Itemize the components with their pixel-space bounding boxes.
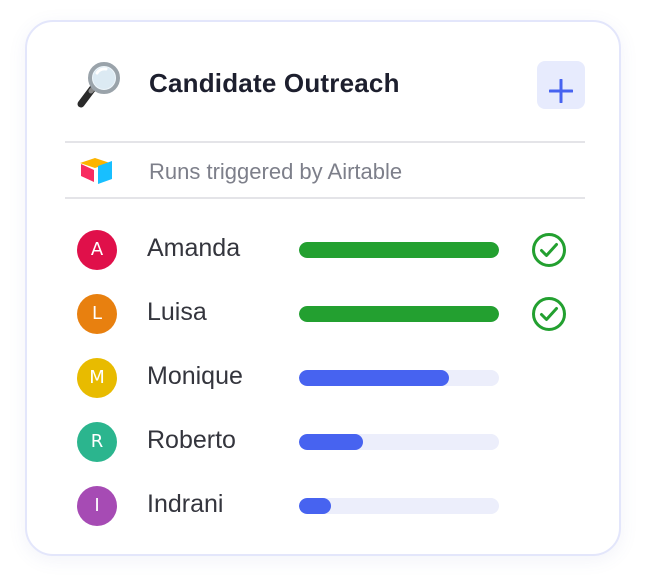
progress-bar — [299, 306, 499, 322]
check-circle-icon — [532, 297, 566, 331]
progress-bar-fill — [299, 306, 499, 322]
progress-bar — [299, 434, 499, 450]
add-button[interactable] — [537, 61, 585, 109]
divider — [65, 197, 585, 199]
progress-bar-fill — [299, 498, 331, 514]
candidate-name: Amanda — [147, 234, 241, 262]
progress-bar-fill — [299, 242, 499, 258]
plus-icon — [549, 79, 573, 103]
check-circle-icon — [532, 233, 566, 267]
progress-bar — [299, 242, 499, 258]
avatar: L — [77, 294, 117, 334]
magnifying-glass-icon — [73, 60, 125, 112]
progress-bar-fill — [299, 370, 449, 386]
candidate-outreach-card: Candidate Outreach Runs triggered by Air… — [25, 20, 621, 556]
page-title: Candidate Outreach — [149, 68, 400, 98]
airtable-logo-icon — [79, 157, 115, 185]
trigger-source-label: Runs triggered by Airtable — [149, 159, 403, 184]
progress-bar — [299, 498, 499, 514]
candidate-name: Roberto — [147, 426, 236, 454]
avatar: M — [77, 358, 117, 398]
candidate-row[interactable]: M Monique — [27, 348, 619, 404]
avatar: A — [77, 230, 117, 270]
candidate-name: Monique — [147, 362, 243, 390]
trigger-source-row: Runs triggered by Airtable — [27, 143, 619, 197]
progress-bar-fill — [299, 434, 363, 450]
candidate-row[interactable]: A Amanda — [27, 220, 619, 276]
candidate-row[interactable]: I Indrani — [27, 476, 619, 532]
avatar: R — [77, 422, 117, 462]
progress-bar — [299, 370, 499, 386]
avatar: I — [77, 486, 117, 526]
candidate-name: Luisa — [147, 298, 207, 326]
candidate-row[interactable]: R Roberto — [27, 412, 619, 468]
candidate-name: Indrani — [147, 490, 224, 518]
card-header: Candidate Outreach — [27, 22, 619, 142]
candidate-row[interactable]: L Luisa — [27, 284, 619, 340]
